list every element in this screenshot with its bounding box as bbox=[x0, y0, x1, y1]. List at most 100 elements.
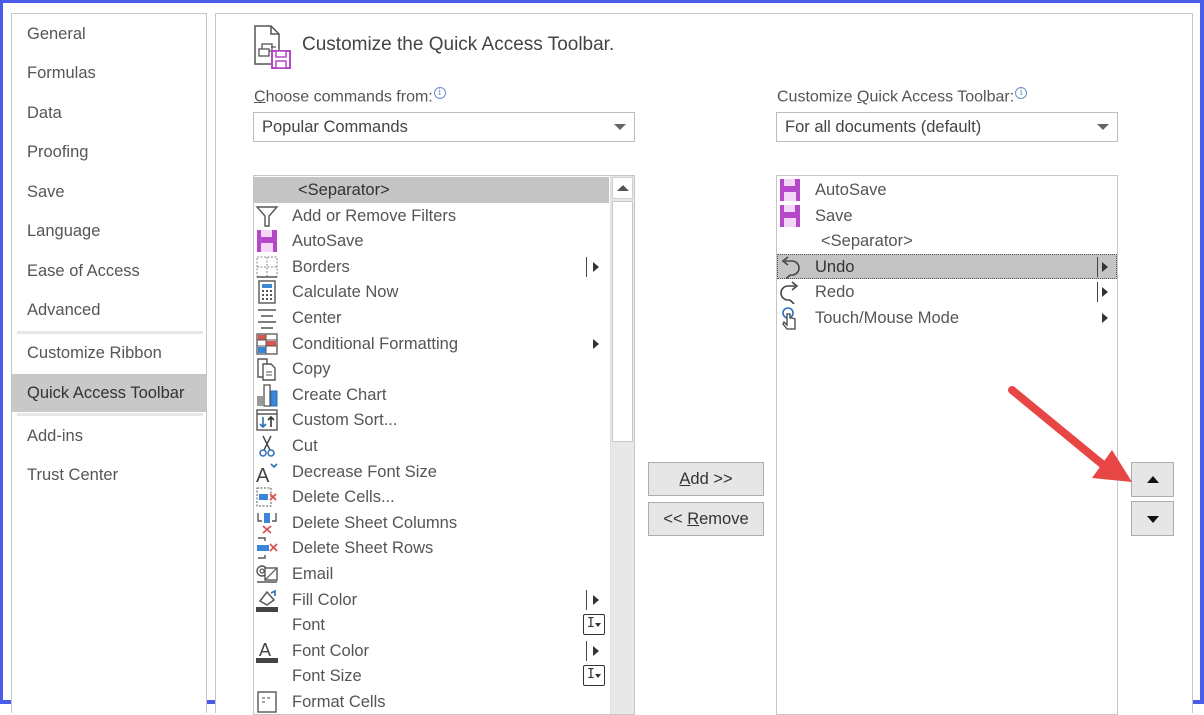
filter-icon bbox=[255, 205, 279, 227]
sidebar-item-add-ins[interactable]: Add-ins bbox=[12, 417, 206, 455]
sidebar-item-trust-center[interactable]: Trust Center bbox=[12, 456, 206, 494]
list-item-label: Borders bbox=[292, 257, 350, 276]
scroll-thumb[interactable] bbox=[612, 201, 633, 442]
submenu-arrow-icon bbox=[1102, 261, 1108, 272]
submenu-arrow-icon bbox=[593, 261, 599, 272]
list-item-label: Redo bbox=[815, 283, 855, 302]
list-item[interactable]: Create Chart bbox=[254, 382, 609, 408]
add-button[interactable]: Add >> bbox=[648, 462, 764, 496]
list-item[interactable]: Copy bbox=[254, 356, 609, 382]
list-item[interactable]: Save bbox=[777, 203, 1117, 229]
list-item[interactable]: Custom Sort... bbox=[254, 407, 609, 433]
list-item[interactable]: Delete Cells... bbox=[254, 484, 609, 510]
sidebar-item-save[interactable]: Save bbox=[12, 173, 206, 211]
split-divider bbox=[1097, 282, 1098, 303]
list-item[interactable]: Touch/Mouse Mode bbox=[777, 305, 1117, 331]
choose-commands-select-value: Popular Commands bbox=[262, 118, 408, 136]
list-item[interactable]: Undo bbox=[777, 253, 1117, 280]
list-item-label: Touch/Mouse Mode bbox=[815, 309, 959, 327]
page-title: Customize the Quick Access Toolbar. bbox=[302, 34, 615, 55]
move-up-button[interactable] bbox=[1131, 462, 1174, 497]
sidebar-item-quick-access-toolbar[interactable]: Quick Access Toolbar bbox=[12, 374, 206, 412]
list-item[interactable]: Add or Remove Filters bbox=[254, 203, 609, 229]
list-item[interactable]: Cut bbox=[254, 433, 609, 459]
align-center-icon bbox=[258, 309, 276, 329]
delete-columns-icon bbox=[257, 512, 277, 534]
save-disk-icon bbox=[257, 230, 277, 253]
sidebar-divider bbox=[17, 413, 203, 416]
remove-button-accel: R bbox=[687, 510, 700, 528]
list-item-label: AutoSave bbox=[292, 232, 364, 251]
list-item-label: Delete Sheet Columns bbox=[292, 513, 458, 532]
list-item-label: Delete Cells... bbox=[292, 488, 395, 507]
list-item[interactable]: Delete Sheet Columns bbox=[254, 510, 609, 536]
list-item[interactable]: Conditional Formatting bbox=[254, 331, 609, 357]
list-item[interactable]: Font I bbox=[254, 612, 609, 638]
info-icon[interactable]: i bbox=[433, 87, 446, 99]
split-divider bbox=[586, 256, 587, 277]
choose-commands-label-text: hoose commands from: bbox=[265, 88, 433, 106]
copy-icon bbox=[257, 358, 276, 381]
calculator-icon bbox=[258, 280, 276, 305]
sidebar-item-customize-ribbon[interactable]: Customize Ribbon bbox=[12, 334, 206, 372]
scissors-icon bbox=[259, 435, 275, 457]
move-down-button[interactable] bbox=[1131, 501, 1174, 536]
list-item-label: <Separator> bbox=[298, 181, 390, 199]
list-item[interactable]: <Separator> bbox=[777, 228, 1117, 254]
delete-rows-icon bbox=[257, 537, 278, 560]
sidebar-item-proofing[interactable]: Proofing bbox=[12, 133, 206, 171]
customize-qat-select[interactable]: For all documents (default) bbox=[776, 112, 1118, 142]
sidebar-item-advanced[interactable]: Advanced bbox=[12, 291, 206, 329]
svg-text:A: A bbox=[256, 465, 270, 484]
list-item-label: Center bbox=[292, 309, 342, 327]
list-item[interactable]: A Decrease Font Size bbox=[254, 459, 609, 485]
list-item[interactable]: Email bbox=[254, 561, 609, 587]
dropdown-glyph bbox=[595, 623, 601, 628]
commands-scrollbar[interactable] bbox=[610, 176, 634, 714]
submenu-arrow-icon bbox=[593, 338, 599, 349]
submenu-arrow-icon bbox=[593, 645, 599, 656]
customize-qat-label: Customize Quick Access Toolbar: i bbox=[777, 87, 1028, 106]
quick-access-toolbar-list[interactable]: AutoSave Save <Separator> Undo Redo Touch/Mou… bbox=[776, 175, 1118, 715]
ibeam-glyph: I bbox=[587, 616, 595, 632]
list-item-label: Decrease Font Size bbox=[292, 462, 437, 481]
list-item[interactable]: Fill Color bbox=[254, 587, 609, 613]
list-item[interactable]: AutoSave bbox=[777, 177, 1117, 203]
scroll-up-button[interactable] bbox=[612, 177, 633, 199]
list-item[interactable]: Font Size I bbox=[254, 663, 609, 689]
list-item-label: Fill Color bbox=[292, 590, 358, 609]
list-item[interactable]: Delete Sheet Rows bbox=[254, 535, 609, 561]
add-button-accel: A bbox=[679, 470, 691, 488]
sidebar-item-general[interactable]: General bbox=[12, 15, 206, 53]
list-item-label: Font Size bbox=[292, 667, 362, 686]
conditional-formatting-icon bbox=[256, 332, 278, 355]
info-icon[interactable]: i bbox=[1015, 87, 1028, 99]
customize-qat-label-prefix: Customize bbox=[777, 88, 858, 106]
save-disk-icon bbox=[780, 204, 800, 227]
chart-icon bbox=[257, 384, 278, 407]
list-item[interactable]: <Separator> bbox=[254, 177, 609, 203]
list-item[interactable]: Center bbox=[254, 305, 609, 331]
choose-commands-select[interactable]: Popular Commands bbox=[253, 112, 635, 142]
list-item[interactable]: AutoSave bbox=[254, 228, 609, 254]
list-item[interactable]: Calculate Now bbox=[254, 279, 609, 305]
list-item[interactable]: Format Cells bbox=[254, 689, 609, 714]
email-icon bbox=[256, 565, 278, 583]
add-button-text: dd >> bbox=[690, 470, 733, 488]
combo-box-icon: I bbox=[583, 665, 605, 687]
list-item[interactable]: Redo bbox=[777, 279, 1117, 305]
undo-icon bbox=[781, 256, 800, 279]
sidebar-item-formulas[interactable]: Formulas bbox=[12, 54, 206, 92]
remove-button[interactable]: << Remove bbox=[648, 502, 764, 536]
decrease-font-size-icon: A bbox=[256, 463, 278, 484]
sidebar-item-ease-of-access[interactable]: Ease of Access bbox=[12, 252, 206, 290]
sidebar-item-language[interactable]: Language bbox=[12, 212, 206, 250]
available-commands-list[interactable]: <Separator> Add or Remove Filters AutoSave… bbox=[253, 175, 635, 715]
list-item-label: Format Cells bbox=[292, 693, 386, 711]
list-item[interactable]: A Font Color bbox=[254, 638, 609, 664]
list-item-label: Delete Sheet Rows bbox=[292, 539, 434, 558]
list-item[interactable]: Borders bbox=[254, 254, 609, 280]
sort-icon bbox=[256, 409, 278, 432]
sidebar-item-data[interactable]: Data bbox=[12, 94, 206, 132]
list-item-label: Conditional Formatting bbox=[292, 334, 458, 353]
